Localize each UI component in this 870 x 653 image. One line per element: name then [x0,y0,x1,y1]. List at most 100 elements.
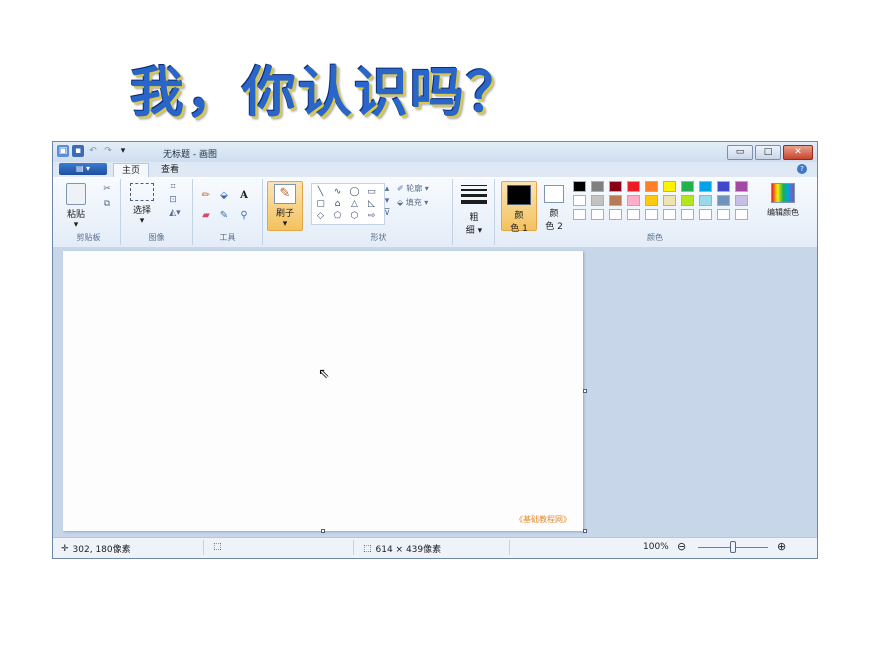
color-swatch[interactable] [645,181,658,192]
cut-icon[interactable]: ✂ [101,183,113,195]
save-icon[interactable]: ▪ [72,145,84,157]
color-swatch[interactable] [627,181,640,192]
canvas-size: ⬚ 614 × 439像素 [363,542,441,556]
color-swatch[interactable] [573,181,586,192]
color-swatch[interactable] [699,195,712,206]
minimize-button[interactable]: ▭ [727,145,753,160]
resize-handle-right[interactable] [583,389,587,393]
close-button[interactable]: ✕ [783,145,813,160]
edit-colors-button[interactable]: 编辑颜色 [761,183,805,218]
shape-item[interactable]: ◇ [315,211,326,221]
shapes-group-label: 形状 [370,233,387,242]
shape-fill-button[interactable]: ⬙ 填充 ▾ [397,197,428,208]
color-swatch[interactable] [735,181,748,192]
paint-app-icon[interactable]: ▣ [57,145,69,157]
ribbon: 粘贴 ▾ ✂ ⧉ 剪贴板 选择 ▾ ⌗ ⊡ ◭▾ 图像 ✏ ⬙ A ▰ ✎ ⚲ … [53,177,817,248]
color-swatch[interactable] [699,209,712,220]
image-group-label: 图像 [148,233,165,242]
copy-icon[interactable]: ⧉ [101,198,113,210]
ribbon-tabs: ▤ ▾ 主页 查看 ? [53,162,817,177]
shape-item[interactable]: ⬠ [332,211,343,221]
color-swatch[interactable] [663,209,676,220]
paste-button[interactable]: 粘贴 ▾ [61,183,91,230]
color-swatch[interactable] [645,195,658,206]
shape-item[interactable]: ⌂ [332,199,343,209]
magnifier-icon[interactable]: ⚲ [237,209,251,222]
color-palette [573,181,759,223]
color-swatch[interactable] [591,195,604,206]
redo-icon[interactable]: ↷ [102,145,114,157]
color-swatch[interactable] [735,209,748,220]
text-tool-icon[interactable]: A [237,189,251,202]
shapes-scroll-down-icon[interactable]: ▾ [383,195,391,207]
color-swatch[interactable] [627,209,640,220]
cursor-position: ✛ 302, 180像素 [61,542,131,556]
shape-item[interactable]: ∿ [332,187,343,197]
color2-swatch [544,185,564,203]
shape-item[interactable]: ◯ [349,187,360,197]
shape-item[interactable]: ▭ [366,187,377,197]
drawing-canvas[interactable]: ⇖ 《基础教程网》 [63,251,583,531]
color-swatch[interactable] [663,181,676,192]
color-swatch[interactable] [591,181,604,192]
size-button[interactable]: 粗 细 ▾ [459,183,489,236]
color-swatch[interactable] [681,209,694,220]
pencil-icon[interactable]: ✏ [199,189,213,202]
file-menu-button[interactable]: ▤ ▾ [59,163,107,175]
shape-item[interactable]: △ [349,199,360,209]
zoom-out-icon[interactable]: ⊖ [677,540,686,553]
resize-icon[interactable]: ⊡ [167,194,179,206]
color1-swatch [507,185,531,205]
paste-label: 粘贴 [66,210,85,220]
color-swatch[interactable] [609,209,622,220]
rotate-icon[interactable]: ◭▾ [165,207,185,219]
outline-icon: ✐ [397,184,404,193]
shape-outline-button[interactable]: ✐ 轮廓 ▾ [397,183,429,194]
qat-dropdown-icon[interactable]: ▾ [117,145,129,157]
undo-icon[interactable]: ↶ [87,145,99,157]
color-swatch[interactable] [627,195,640,206]
color-swatch[interactable] [609,195,622,206]
color2-button[interactable]: 颜 色 2 [539,181,569,232]
crop-icon[interactable]: ⌗ [167,181,179,193]
maximize-button[interactable]: □ [755,145,781,160]
color1-button[interactable]: 颜 色 1 [501,181,537,234]
canvas-watermark: 《基础教程网》 [515,515,571,524]
shape-item[interactable]: ⇨ [366,211,377,221]
brushes-button[interactable]: ✎ 刷子 ▾ [267,181,303,231]
help-icon[interactable]: ? [797,164,807,174]
selection-size: ⬚ [213,542,226,552]
zoom-in-icon[interactable]: ⊕ [777,540,786,553]
color-swatch[interactable] [681,195,694,206]
color-swatch[interactable] [591,209,604,220]
resize-handle-bottom[interactable] [321,529,325,533]
shapes-expand-icon[interactable]: ⊽ [383,207,391,219]
shape-item[interactable]: ▢ [315,199,326,209]
shapes-group: ╲ ∿ ◯ ▭ ▢ ⌂ △ ◺ ◇ ⬠ ⬡ ⇨ ▴ ▾ ⊽ ✐ 轮廓 ▾ ⬙ 填充 ▾ 形状 [305,179,453,245]
color-swatch[interactable] [573,195,586,206]
color-swatch[interactable] [573,209,586,220]
color-swatch[interactable] [645,209,658,220]
color-swatch[interactable] [717,209,730,220]
shape-item[interactable]: ╲ [315,187,326,197]
shape-item[interactable]: ◺ [366,199,377,209]
zoom-slider-thumb[interactable] [730,541,736,553]
color-swatch[interactable] [717,195,730,206]
color-picker-icon[interactable]: ✎ [217,209,231,222]
tab-home[interactable]: 主页 [113,163,150,177]
eraser-icon[interactable]: ▰ [199,209,213,222]
color-swatch[interactable] [663,195,676,206]
quick-access-toolbar: ▣ ▪ ↶ ↷ ▾ [57,145,129,157]
color-swatch[interactable] [699,181,712,192]
color-swatch[interactable] [609,181,622,192]
tab-view[interactable]: 查看 [153,163,187,177]
resize-handle-corner[interactable] [583,529,587,533]
shape-item[interactable]: ⬡ [349,211,360,221]
fill-bucket-icon[interactable]: ⬙ [217,189,231,202]
color-swatch[interactable] [735,195,748,206]
shapes-scroll-up-icon[interactable]: ▴ [383,183,391,195]
shapes-gallery: ╲ ∿ ◯ ▭ ▢ ⌂ △ ◺ ◇ ⬠ ⬡ ⇨ [311,183,385,225]
select-button[interactable]: 选择 ▾ [127,183,157,226]
color-swatch[interactable] [717,181,730,192]
color-swatch[interactable] [681,181,694,192]
